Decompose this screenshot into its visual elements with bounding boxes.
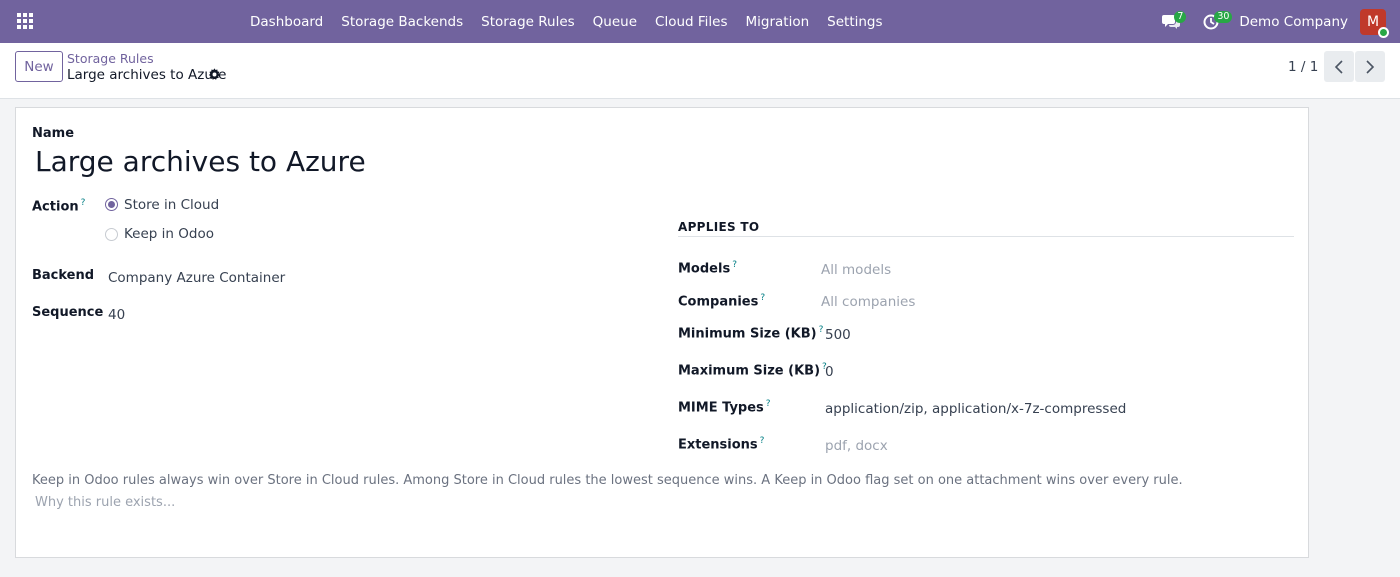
extensions-help-icon[interactable]: ? [760, 436, 765, 446]
systray: 7 30 Demo Company M [1159, 0, 1389, 43]
name-field[interactable]: Large archives to Azure [35, 145, 366, 178]
avatar-initial: M [1366, 13, 1380, 30]
max-size-label-text: Maximum Size (KB) [678, 363, 821, 379]
menu-settings[interactable]: Settings [818, 14, 891, 30]
messages-badge: 7 [1174, 10, 1187, 23]
backend-field[interactable]: Company Azure Container [108, 270, 285, 286]
action-label-text: Action [32, 199, 79, 215]
action-option-store-in-cloud[interactable]: Store in Cloud [124, 197, 219, 213]
min-size-label: Minimum Size (KB)? [678, 325, 823, 341]
max-size-label: Maximum Size (KB)? [678, 362, 827, 378]
models-help-icon[interactable]: ? [732, 260, 737, 270]
min-size-label-text: Minimum Size (KB) [678, 326, 817, 342]
pager-next-button[interactable] [1355, 51, 1385, 82]
chevron-left-icon [1334, 59, 1343, 74]
menu-storage-backends[interactable]: Storage Backends [332, 14, 472, 30]
company-switcher[interactable]: Demo Company [1239, 14, 1348, 30]
applies-to-separator [678, 236, 1294, 237]
min-size-field[interactable]: 500 [825, 327, 851, 343]
menu-storage-rules[interactable]: Storage Rules [472, 14, 584, 30]
activities-button[interactable]: 30 [1199, 10, 1233, 34]
models-field[interactable]: All models [821, 262, 891, 278]
applies-to-header: APPLIES TO [678, 220, 760, 234]
activities-badge: 30 [1214, 10, 1233, 23]
new-button[interactable]: New [15, 51, 63, 82]
action-help-icon[interactable]: ? [81, 198, 86, 208]
main-menu: Dashboard Storage Backends Storage Rules… [241, 0, 892, 43]
companies-label: Companies? [678, 293, 765, 309]
menu-cloud-files[interactable]: Cloud Files [646, 14, 736, 30]
companies-label-text: Companies [678, 294, 759, 310]
action-radio-keep-in-odoo[interactable] [105, 228, 118, 241]
action-option-keep-in-odoo[interactable]: Keep in Odoo [124, 226, 214, 242]
user-avatar[interactable]: M [1360, 8, 1389, 38]
rule-priority-note: Keep in Odoo rules always win over Store… [32, 473, 1183, 488]
backend-label: Backend [32, 268, 95, 283]
menu-queue[interactable]: Queue [584, 14, 646, 30]
menu-dashboard[interactable]: Dashboard [241, 14, 332, 30]
max-size-field[interactable]: 0 [825, 364, 834, 380]
mime-types-help-icon[interactable]: ? [766, 399, 771, 409]
extensions-label: Extensions? [678, 436, 764, 452]
sequence-field[interactable]: 40 [108, 307, 125, 323]
companies-help-icon[interactable]: ? [760, 293, 765, 303]
pager-previous-button[interactable] [1324, 51, 1354, 82]
mime-types-label-text: MIME Types [678, 400, 764, 416]
control-panel: New Storage Rules Large archives to Azur… [0, 43, 1400, 99]
reason-field[interactable]: Why this rule exists... [35, 495, 175, 510]
chevron-right-icon [1366, 59, 1375, 74]
gear-icon[interactable] [208, 68, 221, 81]
online-status-icon [1378, 26, 1389, 38]
mime-types-label: MIME Types? [678, 399, 771, 415]
models-label-text: Models [678, 261, 731, 277]
companies-field[interactable]: All companies [821, 294, 915, 310]
apps-grid-icon[interactable] [17, 13, 34, 30]
models-label: Models? [678, 260, 737, 276]
top-navbar: Dashboard Storage Backends Storage Rules… [0, 0, 1400, 43]
min-size-help-icon[interactable]: ? [819, 325, 824, 335]
form-sheet: Name Large archives to Azure Action? Sto… [15, 107, 1309, 558]
mime-types-field[interactable]: application/zip, application/x-7z-compre… [825, 401, 1126, 417]
action-label: Action? [32, 198, 85, 214]
pager-value[interactable]: 1 / 1 [1288, 59, 1318, 75]
extensions-label-text: Extensions [678, 437, 758, 453]
extensions-field[interactable]: pdf, docx [825, 438, 888, 454]
messages-button[interactable]: 7 [1159, 10, 1187, 34]
action-radio-store-in-cloud[interactable] [105, 198, 118, 211]
name-label: Name [32, 126, 75, 141]
menu-migration[interactable]: Migration [737, 14, 819, 30]
breadcrumb-current-record: Large archives to Azure [67, 67, 227, 83]
sequence-label: Sequence [32, 305, 104, 320]
breadcrumb-storage-rules[interactable]: Storage Rules [67, 51, 154, 66]
